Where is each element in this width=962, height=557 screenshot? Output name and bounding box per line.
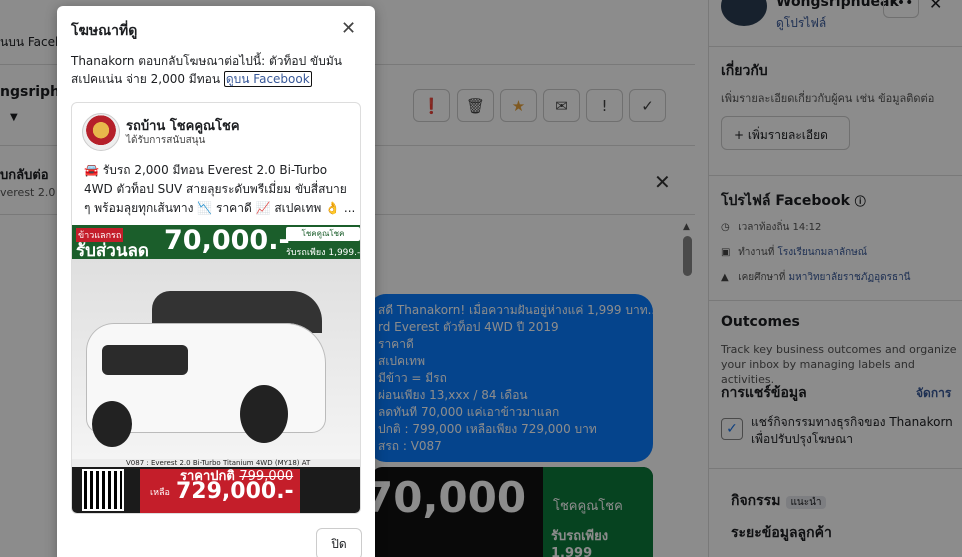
- car-wheel: [240, 385, 288, 443]
- viewed-ad-dialog: โฆษณาที่ดู ✕ Thanakorn ตอบกลับโฆษณาต่อไป…: [57, 6, 375, 557]
- sponsored-label: ได้รับการสนับสนุน: [126, 135, 206, 146]
- brand-logo: โชคคูณโชค: [286, 227, 360, 241]
- car-wheel: [92, 401, 132, 447]
- qr-code: [82, 469, 124, 511]
- dialog-title: โฆษณาที่ดู: [71, 23, 138, 39]
- promo-discount: 70,000.-: [164, 225, 290, 256]
- close-icon[interactable]: ✕: [341, 18, 356, 39]
- view-on-facebook-link[interactable]: ดูบน Facebook: [223, 71, 312, 87]
- car-grill: [102, 345, 188, 375]
- dialog-description: Thanakorn ตอบกลับโฆษณาต่อไปนี้: ตัวท็อป …: [71, 52, 361, 88]
- ad-preview-card: รถบ้าน โชคคูณโชค ได้รับการสนับสนุน 🚘 รับ…: [71, 102, 361, 514]
- final-price: 729,000.-: [176, 479, 294, 504]
- close-button[interactable]: ปิด: [316, 528, 362, 557]
- remain-label: เหลือ: [150, 488, 170, 498]
- ad-text: 🚘 รับรถ 2,000 มีทอน Everest 2.0 Bi-Turbo…: [84, 163, 356, 215]
- ad-promo-banner: ข้าวแลกรถ รับส่วนลด 70,000.- โชคคูณโชค ร…: [72, 225, 361, 261]
- page-avatar: [82, 113, 120, 151]
- down-payment: รับรถเพียง 1,999.-: [286, 248, 361, 258]
- ad-image: ข้าวแลกรถ รับส่วนลด 70,000.- โชคคูณโชค ร…: [72, 225, 361, 513]
